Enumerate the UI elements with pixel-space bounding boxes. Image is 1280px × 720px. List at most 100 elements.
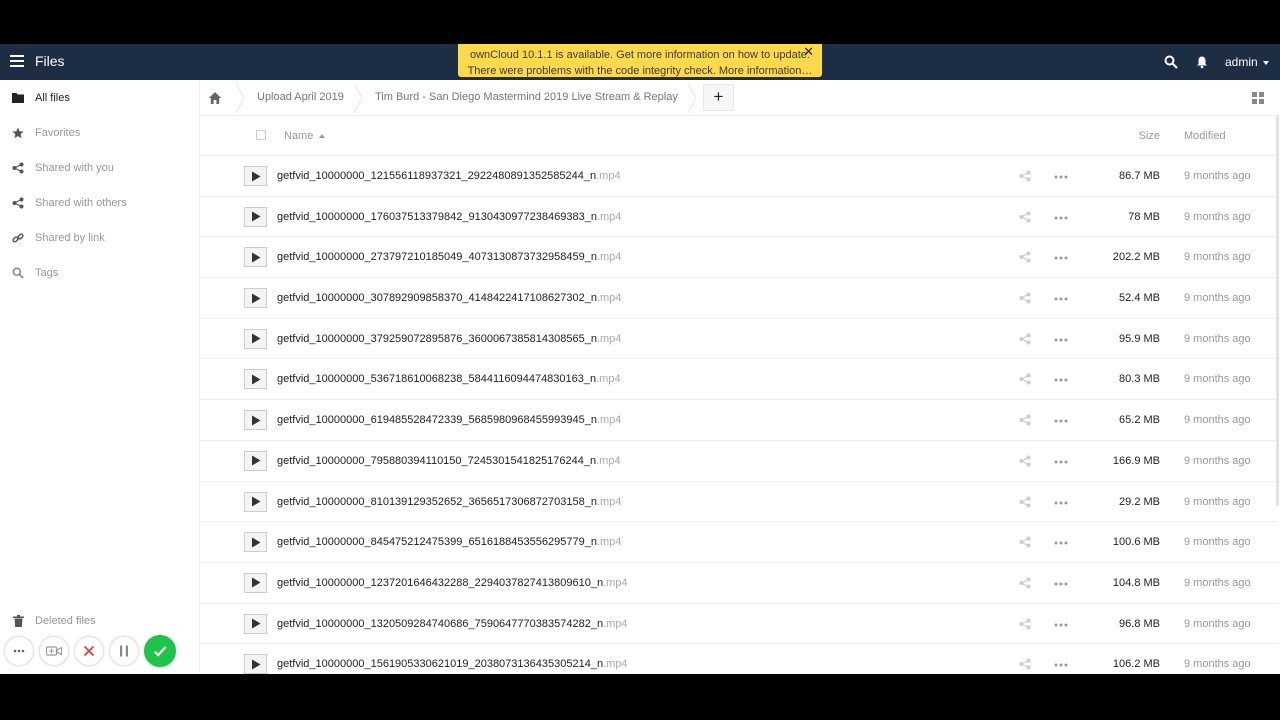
share-icon[interactable] xyxy=(1019,292,1031,304)
sidebar-item-shared-with-others[interactable]: Shared with others xyxy=(0,185,199,220)
file-name[interactable]: getfvid_10000000_810139129352652_3656517… xyxy=(277,496,621,508)
share-icon[interactable] xyxy=(1019,658,1031,670)
grid-view-icon[interactable] xyxy=(1252,92,1264,104)
file-name[interactable]: getfvid_10000000_379259072895876_3600067… xyxy=(277,333,621,345)
video-file-icon[interactable] xyxy=(244,654,267,674)
more-actions-icon[interactable] xyxy=(1054,501,1068,505)
more-actions-icon[interactable] xyxy=(1054,338,1068,342)
video-file-icon[interactable] xyxy=(244,532,267,553)
file-name[interactable]: getfvid_10000000_307892909858370_4148422… xyxy=(277,292,621,304)
more-actions-icon[interactable] xyxy=(1054,378,1068,382)
table-row[interactable]: getfvid_10000000_845475212475399_6516188… xyxy=(200,522,1277,563)
file-name[interactable]: getfvid_10000000_619485528472339_5685980… xyxy=(277,414,621,426)
more-actions-icon[interactable] xyxy=(1054,216,1068,220)
share-icon[interactable] xyxy=(1019,211,1031,223)
table-row[interactable]: getfvid_10000000_536718610068238_5844116… xyxy=(200,359,1277,401)
file-name[interactable]: getfvid_10000000_273797210185049_4073130… xyxy=(277,251,621,263)
notification-integrity-text[interactable]: There were problems with the code integr… xyxy=(458,63,822,79)
sidebar-item-tags[interactable]: Tags xyxy=(0,255,199,290)
more-options-button[interactable] xyxy=(4,636,34,666)
column-header-name[interactable]: Name xyxy=(284,130,326,142)
table-row[interactable]: getfvid_10000000_810139129352652_3656517… xyxy=(200,482,1277,523)
user-menu[interactable]: admin xyxy=(1225,55,1269,69)
share-icon[interactable] xyxy=(1019,373,1031,385)
more-actions-icon[interactable] xyxy=(1054,256,1068,260)
video-file-icon[interactable] xyxy=(244,288,267,309)
more-actions-icon[interactable] xyxy=(1054,623,1068,627)
table-row[interactable]: getfvid_10000000_1237201646432288_229403… xyxy=(200,563,1277,604)
table-row[interactable]: getfvid_10000000_619485528472339_5685980… xyxy=(200,400,1277,441)
play-icon xyxy=(251,374,260,385)
more-actions-icon[interactable] xyxy=(1054,460,1068,464)
video-file-icon[interactable] xyxy=(244,613,267,634)
file-name[interactable]: getfvid_10000000_536718610068238_5844116… xyxy=(277,373,621,385)
table-row[interactable]: getfvid_10000000_1561905330621019_203807… xyxy=(200,644,1277,674)
table-row[interactable]: getfvid_10000000_795880394110150_7245301… xyxy=(200,441,1277,482)
file-modified: 9 months ago xyxy=(1184,332,1251,345)
more-actions-icon[interactable] xyxy=(1054,541,1068,545)
file-name[interactable]: getfvid_10000000_845475212475399_6516188… xyxy=(277,536,621,548)
app-title[interactable]: Files xyxy=(35,53,65,69)
table-row[interactable]: getfvid_10000000_121556118937321_2922480… xyxy=(200,156,1277,197)
pause-recording-button[interactable] xyxy=(109,636,139,666)
scrollbar[interactable] xyxy=(1276,116,1279,506)
share-icon[interactable] xyxy=(1019,170,1031,182)
share-icon[interactable] xyxy=(1019,496,1031,508)
table-row[interactable]: getfvid_10000000_1320509284740686_759064… xyxy=(200,604,1277,645)
search-icon[interactable] xyxy=(1164,55,1178,69)
share-icon[interactable] xyxy=(1019,414,1031,426)
table-row[interactable]: getfvid_10000000_379259072895876_3600067… xyxy=(200,319,1277,360)
column-header-modified[interactable]: Modified xyxy=(1184,130,1226,142)
file-name[interactable]: getfvid_10000000_1237201646432288_229403… xyxy=(277,577,628,589)
file-name[interactable]: getfvid_10000000_795880394110150_7245301… xyxy=(277,455,621,467)
sidebar-item-shared-with-you[interactable]: Shared with you xyxy=(0,150,199,185)
video-file-icon[interactable] xyxy=(244,369,267,390)
file-name[interactable]: getfvid_10000000_176037513379842_9130430… xyxy=(277,211,621,223)
camera-toggle-button[interactable] xyxy=(39,636,69,666)
more-actions-icon[interactable] xyxy=(1054,663,1068,667)
video-file-icon[interactable] xyxy=(244,328,267,349)
bell-icon[interactable] xyxy=(1195,55,1209,69)
share-icon[interactable] xyxy=(1019,251,1031,263)
select-all-checkbox[interactable] xyxy=(256,130,266,140)
file-name[interactable]: getfvid_10000000_1561905330621019_203807… xyxy=(277,658,628,670)
share-icon[interactable] xyxy=(1019,618,1031,630)
table-row[interactable]: getfvid_10000000_273797210185049_4073130… xyxy=(200,237,1277,279)
share-icon[interactable] xyxy=(1019,536,1031,548)
share-icon[interactable] xyxy=(1019,333,1031,345)
table-row[interactable]: getfvid_10000000_176037513379842_9130430… xyxy=(200,197,1277,238)
file-name[interactable]: getfvid_10000000_1320509284740686_759064… xyxy=(277,618,628,630)
hamburger-menu-icon[interactable] xyxy=(10,55,24,69)
more-actions-icon[interactable] xyxy=(1054,297,1068,301)
file-size: 106.2 MB xyxy=(1112,658,1160,671)
file-extension: .mp4 xyxy=(603,658,628,671)
more-actions-icon[interactable] xyxy=(1054,175,1068,179)
share-icon[interactable] xyxy=(1019,577,1031,589)
video-file-icon[interactable] xyxy=(244,450,267,471)
more-actions-icon[interactable] xyxy=(1054,582,1068,586)
sidebar-item-all-files[interactable]: All files xyxy=(0,80,199,115)
table-row[interactable]: getfvid_10000000_307892909858370_4148422… xyxy=(200,278,1277,319)
sidebar-item-label: Favorites xyxy=(35,126,81,139)
notification-update-text[interactable]: ownCloud 10.1.1 is available. Get more i… xyxy=(458,47,822,63)
home-icon[interactable] xyxy=(208,91,222,105)
video-file-icon[interactable] xyxy=(244,572,267,593)
sidebar-item-deleted-files[interactable]: Deleted files xyxy=(0,603,199,638)
finish-recording-button[interactable] xyxy=(144,635,176,667)
column-header-size[interactable]: Size xyxy=(1139,130,1160,142)
cancel-recording-button[interactable] xyxy=(74,636,104,666)
breadcrumb-current-folder[interactable]: Tim Burd - San Diego Mastermind 2019 Liv… xyxy=(375,91,678,103)
video-file-icon[interactable] xyxy=(244,491,267,512)
video-file-icon[interactable] xyxy=(244,206,267,227)
video-file-icon[interactable] xyxy=(244,166,267,186)
video-file-icon[interactable] xyxy=(244,410,267,431)
sidebar-item-shared-by-link[interactable]: Shared by link xyxy=(0,220,199,255)
share-icon[interactable] xyxy=(1019,455,1031,467)
video-file-icon[interactable] xyxy=(244,247,267,268)
breadcrumb-upload-april-2019[interactable]: Upload April 2019 xyxy=(257,91,344,103)
new-file-button[interactable]: + xyxy=(703,84,734,111)
close-icon[interactable]: ✕ xyxy=(803,44,814,60)
more-actions-icon[interactable] xyxy=(1054,419,1068,423)
sidebar-item-favorites[interactable]: Favorites xyxy=(0,115,199,150)
file-name[interactable]: getfvid_10000000_121556118937321_2922480… xyxy=(277,170,621,182)
